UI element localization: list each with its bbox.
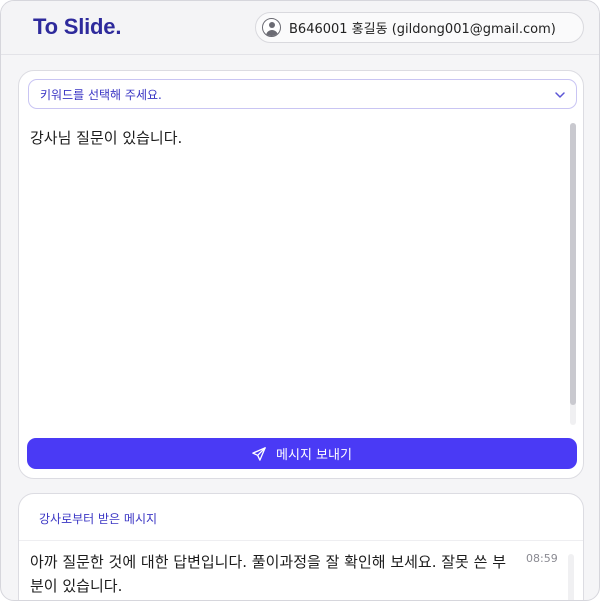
received-message-time: 08:59: [526, 552, 558, 565]
app-window: To Slide. B646001 홍길동 (gildong001@gmail.…: [0, 0, 600, 601]
message-textarea[interactable]: 강사님 질문이 있습니다.: [30, 127, 560, 417]
message-scrollbar[interactable]: [570, 123, 576, 425]
message-text: 강사님 질문이 있습니다.: [30, 129, 183, 147]
paper-plane-icon: [252, 446, 266, 461]
received-message-text: 아까 질문한 것에 대한 답변입니다. 풀이과정을 잘 확인해 보세요. 잘못 …: [30, 553, 506, 595]
app-logo[interactable]: To Slide.: [33, 14, 121, 40]
header-bar: To Slide. B646001 홍길동 (gildong001@gmail.…: [1, 1, 599, 55]
user-circle-icon: [262, 18, 281, 37]
chevron-down-icon: [555, 92, 565, 98]
compose-card: 키워드를 선택해 주세요. 강사님 질문이 있습니다. 메시지 보내기: [18, 70, 584, 479]
message-scrollbar-thumb[interactable]: [570, 123, 576, 405]
divider: [19, 540, 583, 541]
keyword-select[interactable]: 키워드를 선택해 주세요.: [28, 79, 577, 109]
user-label: B646001 홍길동 (gildong001@gmail.com): [289, 22, 556, 37]
send-button-label: 메시지 보내기: [276, 448, 352, 463]
received-title: 강사로부터 받은 메시지: [39, 512, 158, 526]
user-info-pill[interactable]: B646001 홍길동 (gildong001@gmail.com): [255, 12, 584, 43]
keyword-placeholder: 키워드를 선택해 주세요.: [40, 87, 162, 102]
received-scrollbar[interactable]: [568, 554, 574, 600]
received-messages-card: 강사로부터 받은 메시지 아까 질문한 것에 대한 답변입니다. 풀이과정을 잘…: [18, 493, 584, 600]
send-message-button[interactable]: 메시지 보내기: [27, 438, 577, 469]
